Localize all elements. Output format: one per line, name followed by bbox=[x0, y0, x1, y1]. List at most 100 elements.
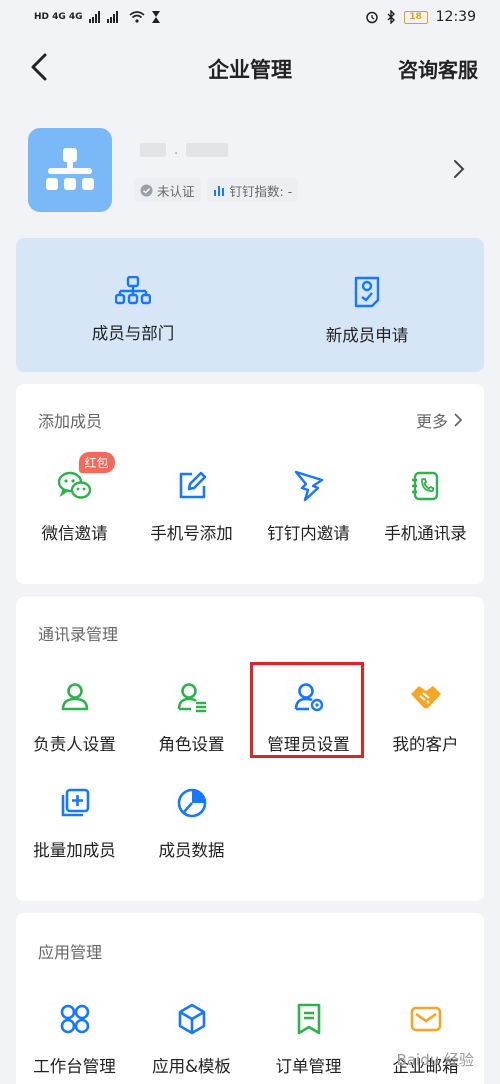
masked-block bbox=[140, 143, 166, 157]
org-logo bbox=[28, 128, 112, 212]
icon-box bbox=[172, 783, 212, 823]
hourglass-icon bbox=[151, 11, 160, 23]
check-circle-icon bbox=[140, 184, 153, 196]
wechat-invite-button[interactable]: 红包 微信邀请 bbox=[16, 452, 133, 544]
status-left: HD 4G 4G bbox=[34, 11, 161, 23]
bluetooth-icon bbox=[387, 10, 395, 24]
bookmark-icon bbox=[297, 1003, 320, 1035]
watermark: Baidu 经验 bbox=[396, 1051, 474, 1069]
cube-icon bbox=[178, 1003, 205, 1035]
apps-templates-button[interactable]: 应用&模板 bbox=[133, 999, 250, 1077]
status-time: 12:39 bbox=[435, 9, 476, 25]
pie-chart-icon bbox=[177, 788, 206, 818]
icon-box bbox=[55, 677, 95, 717]
org-name-text: . bbox=[174, 142, 179, 158]
verify-badge: 未认证 bbox=[134, 178, 201, 202]
item-label: 订单管理 bbox=[275, 1057, 342, 1076]
dingtalk-icon bbox=[294, 470, 323, 502]
icon-box bbox=[55, 783, 95, 823]
icon-box bbox=[406, 999, 446, 1039]
member-data-button[interactable]: 成员数据 bbox=[133, 783, 250, 861]
edit-icon bbox=[179, 471, 206, 499]
more-label: 更多 bbox=[415, 412, 448, 431]
batch-add-icon bbox=[61, 788, 89, 817]
bar-chart-icon bbox=[213, 186, 224, 196]
index-label: 钉钉指数: - bbox=[229, 183, 293, 199]
workbench-management-button[interactable]: 工作台管理 bbox=[16, 999, 133, 1077]
role-icon bbox=[177, 683, 206, 713]
back-icon[interactable] bbox=[26, 52, 54, 82]
item-label: 手机号添加 bbox=[150, 524, 233, 543]
item-label: 负责人设置 bbox=[33, 735, 116, 754]
quick-label: 成员与部门 bbox=[91, 324, 175, 343]
members-departments-button[interactable]: 成员与部门 bbox=[16, 238, 250, 372]
verify-label: 未认证 bbox=[157, 183, 195, 199]
chevron-right-icon bbox=[454, 413, 462, 427]
org-name: . bbox=[140, 142, 229, 158]
signal-text: HD 4G 4G bbox=[34, 12, 83, 22]
mail-icon bbox=[410, 1006, 441, 1032]
phone-book-icon bbox=[411, 471, 438, 501]
red-packet-badge: 红包 bbox=[78, 452, 115, 473]
quick-label: 新成员申请 bbox=[325, 326, 409, 345]
nav-bar: 企业管理 咨询客服 bbox=[0, 40, 500, 96]
add-members-card: 添加成员 更多 红包 微信邀请 手机号添加 钉钉内邀请 手机通讯录 bbox=[16, 384, 484, 584]
workbench-icon bbox=[60, 1004, 89, 1034]
admin-icon bbox=[294, 683, 323, 712]
icon-box: 红包 bbox=[55, 452, 115, 506]
handshake-icon bbox=[410, 686, 441, 709]
item-label: 应用&模板 bbox=[152, 1057, 231, 1076]
org-icon bbox=[46, 148, 94, 190]
org-header[interactable]: . 未认证 钉钉指数: - bbox=[0, 120, 500, 220]
icon-box bbox=[289, 999, 329, 1039]
quick-actions: 成员与部门 新成员申请 bbox=[16, 238, 484, 372]
icon-box bbox=[289, 466, 329, 506]
section-title: 应用管理 bbox=[38, 943, 103, 962]
icon-box bbox=[55, 999, 95, 1039]
phone-contacts-button[interactable]: 手机通讯录 bbox=[367, 466, 484, 544]
icon-box bbox=[406, 677, 446, 717]
batch-add-members-button[interactable]: 批量加成员 bbox=[16, 783, 133, 861]
manager-icon bbox=[61, 683, 88, 711]
item-label: 管理员设置 bbox=[267, 735, 350, 754]
chevron-right-icon bbox=[454, 160, 465, 178]
icon-box bbox=[289, 677, 329, 717]
manager-settings-button[interactable]: 负责人设置 bbox=[16, 677, 133, 755]
wechat-icon bbox=[57, 471, 91, 499]
alarm-icon bbox=[365, 11, 378, 24]
section-title: 添加成员 bbox=[38, 412, 103, 431]
status-bar: HD 4G 4G 18 12:39 bbox=[0, 0, 500, 34]
org-tree-icon bbox=[115, 276, 151, 305]
order-management-button[interactable]: 订单管理 bbox=[250, 999, 367, 1077]
item-label: 手机通讯录 bbox=[384, 524, 467, 543]
item-label: 我的客户 bbox=[392, 735, 459, 754]
index-badge: 钉钉指数: - bbox=[206, 178, 299, 202]
customer-service-button[interactable]: 咨询客服 bbox=[398, 54, 478, 83]
item-label: 钉钉内邀请 bbox=[267, 524, 350, 543]
item-label: 工作台管理 bbox=[33, 1057, 116, 1076]
item-label: 角色设置 bbox=[158, 735, 225, 754]
icon-box bbox=[172, 466, 212, 506]
wifi-icon bbox=[129, 11, 145, 23]
phone-add-button[interactable]: 手机号添加 bbox=[133, 466, 250, 544]
section-title: 通讯录管理 bbox=[38, 625, 119, 644]
item-label: 批量加成员 bbox=[33, 841, 116, 860]
icon-box bbox=[406, 466, 446, 506]
status-right: 18 12:39 bbox=[365, 9, 476, 25]
my-customers-button[interactable]: 我的客户 bbox=[367, 677, 484, 755]
role-settings-button[interactable]: 角色设置 bbox=[133, 677, 250, 755]
contacts-management-card: 通讯录管理 负责人设置 角色设置 管理员设置 我的客户 批量加成员 成员数据 bbox=[16, 597, 484, 901]
new-member-request-button[interactable]: 新成员申请 bbox=[250, 238, 484, 372]
member-apply-icon bbox=[354, 276, 380, 308]
item-label: 微信邀请 bbox=[41, 524, 108, 543]
dingtalk-invite-button[interactable]: 钉钉内邀请 bbox=[250, 466, 367, 544]
more-link[interactable]: 更多 bbox=[416, 408, 462, 432]
signal-icon bbox=[88, 11, 118, 23]
admin-settings-button[interactable]: 管理员设置 bbox=[250, 677, 367, 755]
masked-block bbox=[186, 143, 229, 157]
icon-box bbox=[172, 999, 212, 1039]
battery-icon: 18 bbox=[403, 10, 428, 24]
org-badges: 未认证 钉钉指数: - bbox=[134, 178, 299, 202]
icon-box bbox=[172, 677, 212, 717]
item-label: 成员数据 bbox=[158, 841, 225, 860]
